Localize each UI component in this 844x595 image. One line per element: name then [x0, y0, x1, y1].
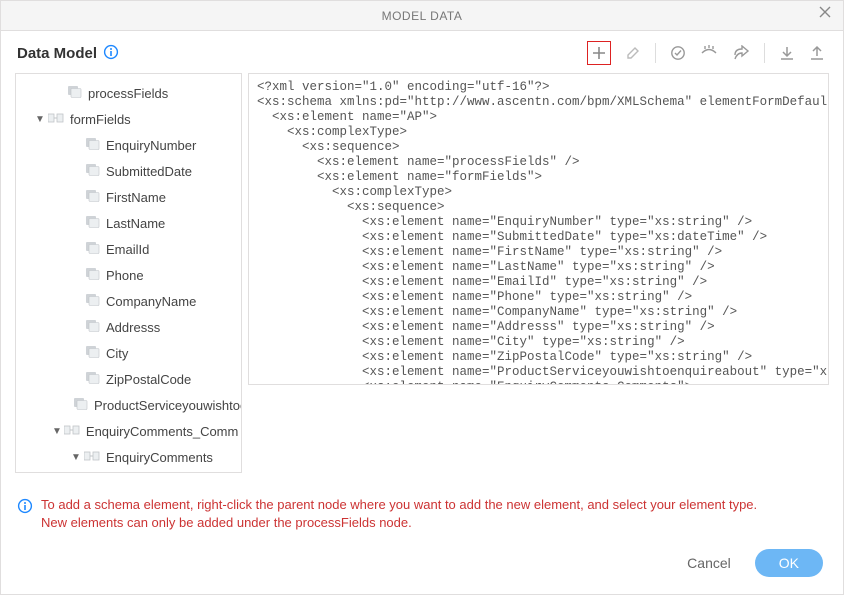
group-icon: [64, 424, 80, 439]
tree-item[interactable]: ▼ formFields: [16, 106, 241, 132]
tree-item-label: ZipPostalCode: [106, 372, 191, 387]
element-icon: [86, 138, 100, 153]
tree-item[interactable]: Phone: [16, 262, 241, 288]
caret-icon[interactable]: ▼: [34, 114, 46, 125]
tree-item[interactable]: ▼ EnquiryComments_Comm: [16, 418, 241, 444]
group-icon: [48, 112, 64, 127]
element-icon: [86, 320, 100, 335]
element-icon: [86, 242, 100, 257]
tree-item-label: ProductServiceyouwishtoe: [94, 398, 241, 413]
separator: [764, 43, 765, 63]
element-icon: [86, 190, 100, 205]
tree-item[interactable]: ▼ EnquiryComments: [16, 444, 241, 470]
group-icon: [84, 450, 100, 465]
dialog-title: MODEL DATA: [1, 9, 843, 23]
element-icon: [68, 86, 82, 101]
info-icon: [17, 498, 33, 517]
ok-button[interactable]: OK: [755, 549, 823, 577]
tree-item-label: FirstName: [106, 190, 166, 205]
element-icon: [86, 372, 100, 387]
tree-item-label: EmailId: [106, 242, 149, 257]
element-icon: [86, 164, 100, 179]
element-icon: [86, 346, 100, 361]
tree-item-label: CompanyName: [106, 294, 196, 309]
footer: Cancel OK: [1, 532, 843, 594]
tree-item-label: City: [106, 346, 128, 361]
upload-icon[interactable]: [809, 45, 825, 61]
tree-item-label: EnquiryComments_Comm: [86, 424, 238, 439]
tree-panel[interactable]: processFields ▼ formFields EnquiryNumber Sub…: [15, 73, 242, 473]
edit-icon[interactable]: [625, 45, 641, 61]
tree-item[interactable]: FirstName: [16, 184, 241, 210]
tree-item-label: formFields: [70, 112, 131, 127]
separator: [655, 43, 656, 63]
caret-icon[interactable]: ▼: [70, 452, 82, 463]
visibility-off-icon[interactable]: [700, 45, 718, 61]
content-area: processFields ▼ formFields EnquiryNumber Sub…: [1, 71, 843, 490]
element-icon: [86, 268, 100, 283]
caret-icon[interactable]: ▼: [52, 426, 62, 437]
tree-item-label: EnquiryNumber: [106, 138, 196, 153]
share-icon[interactable]: [732, 45, 750, 61]
element-icon: [86, 294, 100, 309]
info-icon[interactable]: [103, 44, 119, 63]
tree-item-label: Addresss: [106, 320, 160, 335]
toolbar: [587, 41, 827, 65]
tree-item[interactable]: LastName: [16, 210, 241, 236]
tree-item-label: LastName: [106, 216, 165, 231]
titlebar: MODEL DATA: [1, 1, 843, 31]
add-button[interactable]: [587, 41, 611, 65]
tree-item[interactable]: CompanyName: [16, 288, 241, 314]
cancel-button[interactable]: Cancel: [687, 555, 731, 571]
header-row: Data Model: [1, 31, 843, 71]
tree-item[interactable]: EmailId: [16, 236, 241, 262]
model-data-dialog: MODEL DATA Data Model: [0, 0, 844, 595]
page-title: Data Model: [17, 45, 97, 62]
download-icon[interactable]: [779, 45, 795, 61]
element-icon: [86, 216, 100, 231]
tree-item[interactable]: SubmittedDate: [16, 158, 241, 184]
tree-item[interactable]: EnquiryNumber: [16, 132, 241, 158]
tree-item-label: Phone: [106, 268, 144, 283]
tree-item[interactable]: processFields: [16, 80, 241, 106]
element-icon: [74, 398, 88, 413]
tree-item[interactable]: ZipPostalCode: [16, 366, 241, 392]
tree-item[interactable]: Addresss: [16, 314, 241, 340]
tree-item-label: processFields: [88, 86, 168, 101]
tree-item[interactable]: City: [16, 340, 241, 366]
tree-item-label: SubmittedDate: [106, 164, 192, 179]
hint-line1: To add a schema element, right-click the…: [41, 496, 757, 514]
tree-item-label: EnquiryComments: [106, 450, 213, 465]
hint-row: To add a schema element, right-click the…: [1, 490, 843, 532]
tree-item[interactable]: ProductServiceyouwishtoe: [16, 392, 241, 418]
hint-text: To add a schema element, right-click the…: [41, 496, 757, 532]
hint-line2: New elements can only be added under the…: [41, 514, 757, 532]
close-icon[interactable]: [815, 5, 835, 25]
validate-icon[interactable]: [670, 45, 686, 61]
xml-panel[interactable]: <?xml version="1.0" encoding="utf-16"?> …: [248, 73, 829, 385]
